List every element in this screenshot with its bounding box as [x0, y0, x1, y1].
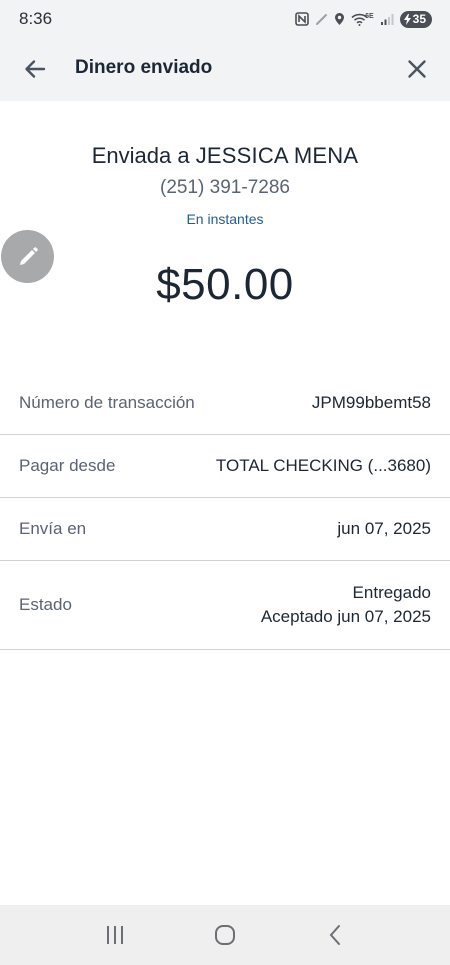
details-list: Número de transacción JPM99bbemt58 Pagar…: [0, 372, 450, 650]
detail-value: TOTAL CHECKING (...3680): [215, 456, 431, 475]
charging-bolt-icon: [403, 13, 411, 25]
detail-label: Estado: [19, 595, 72, 614]
detail-row-send-on: Envía en jun 07, 2025: [0, 498, 450, 561]
recipient-line: Enviada a JESSICA MENA: [0, 143, 450, 169]
close-icon[interactable]: [404, 56, 430, 82]
stylus-icon: [316, 13, 328, 25]
page-title: Dinero enviado: [75, 57, 213, 78]
recipient-phone: (251) 391-7286: [160, 177, 290, 198]
detail-row-pay-from: Pagar desde TOTAL CHECKING (...3680): [0, 435, 450, 498]
nfc-icon: [295, 12, 309, 26]
signal-icon: [380, 14, 394, 25]
sent-to-prefix: Enviada a: [91, 143, 190, 168]
delivery-speed: En instantes: [186, 211, 264, 227]
home-icon: [215, 925, 235, 945]
detail-label: Número de transacción: [19, 393, 195, 412]
arrow-left-icon[interactable]: [22, 56, 48, 82]
detail-row-status: Estado Entregado Aceptado jun 07, 2025: [0, 561, 450, 650]
detail-label: Envía en: [19, 519, 87, 538]
wifi-icon: 6E: [351, 13, 374, 26]
status-bar: 8:36 6E 35: [0, 0, 450, 38]
location-icon: [335, 13, 345, 25]
system-nav-bar: [0, 905, 450, 965]
home-button[interactable]: [205, 915, 245, 955]
network-badge: 6E: [365, 12, 374, 20]
status-icons: 6E 35: [295, 10, 432, 28]
status-secondary: Aceptado jun 07, 2025: [260, 607, 431, 626]
chevron-left-icon: [329, 925, 340, 945]
status-time: 8:36: [19, 9, 53, 28]
transfer-amount: $50.00: [156, 260, 294, 309]
detail-value: JPM99bbemt58: [311, 393, 431, 412]
recents-button[interactable]: [95, 915, 135, 955]
recents-icon: [107, 926, 123, 944]
app-header: Dinero enviado: [0, 38, 450, 101]
detail-label: Pagar desde: [19, 456, 116, 475]
battery-level: 35: [412, 12, 426, 26]
detail-row-transaction: Número de transacción JPM99bbemt58: [0, 372, 450, 435]
detail-value: jun 07, 2025: [337, 519, 431, 538]
back-button[interactable]: [315, 915, 355, 955]
status-primary: Entregado: [352, 583, 431, 602]
battery-indicator: 35: [399, 10, 432, 28]
status-value: Entregado Aceptado jun 07, 2025: [261, 581, 431, 629]
recipient-name: JESSICA MENA: [195, 143, 359, 168]
